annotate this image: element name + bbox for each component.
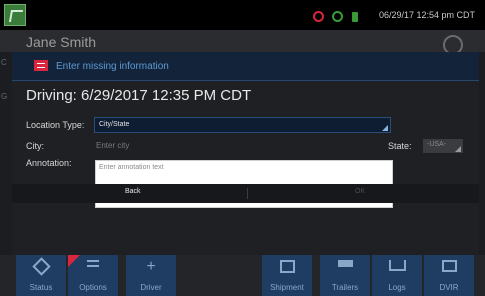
nav-label: Options bbox=[79, 283, 107, 292]
city-label: City: bbox=[26, 141, 44, 151]
annotation-label: Annotation: bbox=[26, 158, 72, 168]
warning-icon bbox=[34, 60, 48, 71]
nav-shipment[interactable]: Shipment bbox=[262, 255, 312, 296]
state-select[interactable]: -USA- bbox=[423, 139, 463, 153]
nav-trailers[interactable]: Trailers bbox=[320, 255, 370, 296]
calendar-icon bbox=[279, 260, 295, 274]
logs-icon bbox=[389, 260, 406, 274]
signal-icon bbox=[332, 11, 344, 22]
dropdown-caret-icon bbox=[382, 125, 388, 131]
nav-label: Trailers bbox=[331, 283, 359, 292]
alert-icon bbox=[313, 11, 324, 22]
trailer-icon bbox=[337, 260, 353, 274]
driver-name: Jane Smith bbox=[26, 34, 97, 50]
background-sidebar: C G bbox=[0, 52, 12, 242]
list-icon bbox=[85, 260, 101, 274]
sidebar-letter: G bbox=[1, 92, 8, 101]
nav-label: Status bbox=[29, 283, 53, 292]
dialog-button-row: Back OK bbox=[12, 184, 479, 203]
back-button[interactable]: Back bbox=[125, 188, 141, 195]
city-input[interactable]: Enter city bbox=[94, 139, 346, 153]
location-type-select[interactable]: City/State bbox=[94, 117, 391, 133]
dialog-header: Enter missing information bbox=[12, 52, 479, 81]
nav-options[interactable]: Options bbox=[68, 255, 118, 296]
dialog-title: Enter missing information bbox=[56, 61, 169, 72]
status-icons bbox=[313, 9, 362, 27]
nav-status[interactable]: Status bbox=[16, 255, 66, 296]
app-icon[interactable] bbox=[4, 4, 26, 26]
missing-info-dialog: Enter missing information Driving: 6/29/… bbox=[12, 52, 479, 255]
nav-driver[interactable]: + Driver bbox=[126, 255, 176, 296]
plus-icon: + bbox=[146, 258, 156, 275]
button-divider bbox=[247, 188, 248, 199]
driving-status-text: Driving: 6/29/2017 12:35 PM CDT bbox=[26, 87, 252, 104]
state-label: State: bbox=[388, 141, 412, 151]
ok-button[interactable]: OK bbox=[355, 188, 365, 195]
status-time: 06/29/17 12:54 pm CDT bbox=[378, 10, 475, 20]
nav-label: Logs bbox=[388, 283, 406, 292]
nav-label: Driver bbox=[140, 283, 162, 292]
nav-dvir[interactable]: DVIR bbox=[424, 255, 474, 296]
alert-badge bbox=[68, 255, 80, 267]
diamond-icon bbox=[31, 257, 51, 276]
battery-icon bbox=[351, 12, 358, 22]
sidebar-letter: C bbox=[1, 58, 7, 67]
nav-label: DVIR bbox=[439, 283, 459, 292]
location-type-value: City/State bbox=[99, 121, 130, 128]
state-value: -USA- bbox=[427, 141, 447, 148]
nav-logs[interactable]: Logs bbox=[372, 255, 422, 296]
location-type-label: Location Type: bbox=[26, 120, 85, 130]
dropdown-caret-icon bbox=[455, 146, 461, 152]
nav-label: Shipment bbox=[270, 283, 304, 292]
status-bar: 06/29/17 12:54 pm CDT bbox=[0, 0, 485, 30]
bottom-nav: Status Options + Driver Shipment Trailer… bbox=[0, 255, 485, 296]
dvir-icon bbox=[441, 260, 457, 274]
